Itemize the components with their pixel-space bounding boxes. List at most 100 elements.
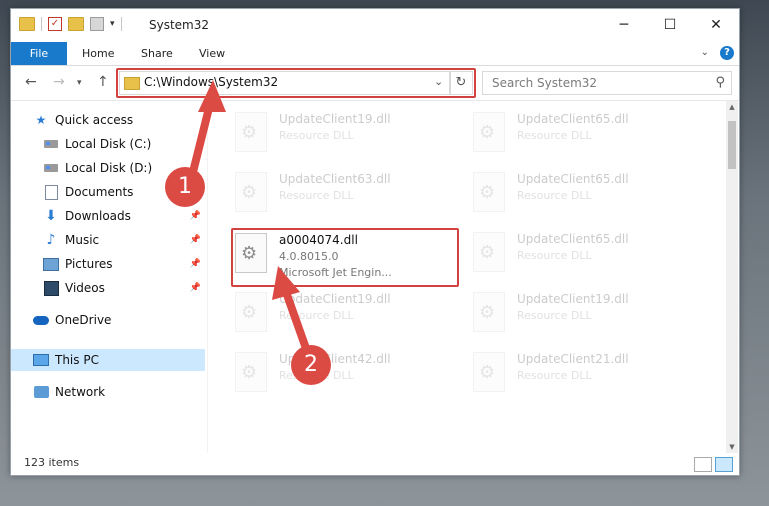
search-box[interactable]: Search System32 ⚲ xyxy=(482,71,732,95)
pictures-icon xyxy=(43,257,59,271)
file-type: Resource DLL xyxy=(517,129,592,142)
tab-home[interactable]: Home xyxy=(82,47,114,60)
sidebar-item-label: Quick access xyxy=(55,113,134,127)
sidebar-item-label: Documents xyxy=(65,185,134,199)
recent-locations-icon[interactable]: ▾ xyxy=(77,78,82,88)
folder-icon[interactable] xyxy=(19,17,35,31)
sidebar-item-local-disk-c[interactable]: Local Disk (C:) xyxy=(43,133,205,155)
drive-icon xyxy=(43,161,59,175)
ribbon-tabs: File Home Share View ⌄ ? xyxy=(11,42,739,66)
file-tile[interactable]: UpdateClient42.dll Resource DLL xyxy=(231,348,461,406)
item-count: 123 items xyxy=(24,456,80,469)
this-pc-icon xyxy=(33,353,49,367)
file-name: UpdateClient65.dll xyxy=(517,112,629,126)
pin-icon[interactable]: 📌 xyxy=(190,259,201,269)
file-tile[interactable]: UpdateClient19.dll Resource DLL xyxy=(231,108,461,166)
search-icon: ⚲ xyxy=(715,75,725,90)
file-name: UpdateClient63.dll xyxy=(279,172,391,186)
file-name: UpdateClient65.dll xyxy=(517,172,629,186)
scrollbar-thumb[interactable] xyxy=(728,121,736,169)
file-type: Resource DLL xyxy=(279,189,354,202)
step-1-callout: 1 xyxy=(165,167,205,207)
large-icons-view-icon[interactable] xyxy=(715,457,733,472)
dll-file-icon xyxy=(473,112,505,152)
tab-view[interactable]: View xyxy=(199,47,225,60)
file-type: Resource DLL xyxy=(517,309,592,322)
vertical-scrollbar[interactable]: ▲ ▼ xyxy=(726,101,738,453)
file-tile[interactable]: UpdateClient65.dll Resource DLL xyxy=(469,108,699,166)
qat-dropdown-icon[interactable]: ▾ xyxy=(110,19,115,29)
title-bar: ✓ ▾ System32 ─ ☐ ✕ xyxy=(11,9,739,41)
file-tile[interactable]: UpdateClient21.dll Resource DLL xyxy=(469,348,699,406)
sidebar-item-downloads[interactable]: ⬇ Downloads 📌 xyxy=(43,205,205,227)
star-icon: ★ xyxy=(35,113,47,127)
sidebar-item-quick-access[interactable]: ★ Quick access xyxy=(33,109,227,131)
onedrive-icon xyxy=(33,313,49,327)
dll-file-icon xyxy=(473,352,505,392)
pin-icon[interactable]: 📌 xyxy=(190,211,201,221)
sidebar-item-pictures[interactable]: Pictures 📌 xyxy=(43,253,205,275)
sidebar-item-label: Music xyxy=(65,233,100,247)
help-icon[interactable]: ? xyxy=(720,46,734,60)
sidebar-item-label: Downloads xyxy=(65,209,131,223)
back-arrow-icon[interactable]: ← xyxy=(25,74,37,90)
customize-icon[interactable] xyxy=(90,17,104,31)
file-explorer-window: ✓ ▾ System32 ─ ☐ ✕ File Home Share View … xyxy=(10,8,740,476)
file-tile[interactable]: UpdateClient65.dll Resource DLL xyxy=(469,228,699,286)
file-name: UpdateClient65.dll xyxy=(517,232,629,246)
navigation-pane: ★ Quick access Local Disk (C:) Local Dis… xyxy=(11,101,207,453)
tab-file[interactable]: File xyxy=(11,42,67,65)
file-tile[interactable]: UpdateClient19.dll Resource DLL xyxy=(231,288,461,346)
network-icon xyxy=(33,385,49,399)
file-name: UpdateClient19.dll xyxy=(517,292,629,306)
details-view-icon[interactable] xyxy=(694,457,712,472)
file-name: UpdateClient19.dll xyxy=(279,112,391,126)
music-icon: ♪ xyxy=(46,232,56,248)
forward-arrow-icon[interactable]: → xyxy=(53,74,65,90)
pane-divider[interactable] xyxy=(207,101,208,453)
documents-icon xyxy=(43,184,59,200)
dll-file-icon xyxy=(235,352,267,392)
sidebar-item-label: Videos xyxy=(65,281,105,295)
sidebar-item-music[interactable]: ♪ Music 📌 xyxy=(43,229,205,251)
file-type: Resource DLL xyxy=(279,309,354,322)
minimize-button[interactable]: ─ xyxy=(601,9,647,41)
file-type: Resource DLL xyxy=(517,189,592,202)
file-type: Resource DLL xyxy=(517,369,592,382)
status-bar: 123 items xyxy=(11,453,739,475)
sidebar-item-label: Network xyxy=(55,385,106,399)
properties-check-icon[interactable]: ✓ xyxy=(48,17,62,31)
drive-icon xyxy=(43,137,59,151)
pin-icon[interactable]: 📌 xyxy=(190,283,201,293)
file-tile[interactable]: UpdateClient65.dll Resource DLL xyxy=(469,168,699,226)
sidebar-item-this-pc[interactable]: This PC xyxy=(11,349,205,371)
tab-share[interactable]: Share xyxy=(141,47,173,60)
scroll-down-icon[interactable]: ▼ xyxy=(726,441,738,453)
file-highlight-box xyxy=(231,228,459,287)
sidebar-item-onedrive[interactable]: OneDrive xyxy=(33,309,205,331)
dll-file-icon xyxy=(473,172,505,212)
sidebar-item-videos[interactable]: Videos 📌 xyxy=(43,277,205,299)
expand-ribbon-icon[interactable]: ⌄ xyxy=(701,47,709,58)
close-button[interactable]: ✕ xyxy=(693,9,739,41)
file-type: Resource DLL xyxy=(279,129,354,142)
sidebar-item-network[interactable]: Network xyxy=(33,381,205,403)
file-tile[interactable]: UpdateClient63.dll Resource DLL xyxy=(231,168,461,226)
window-title: System32 xyxy=(149,18,210,32)
maximize-button[interactable]: ☐ xyxy=(647,9,693,41)
new-folder-icon[interactable] xyxy=(68,17,84,31)
file-name: UpdateClient21.dll xyxy=(517,352,629,366)
search-input[interactable]: Search System32 xyxy=(492,76,597,90)
dll-file-icon xyxy=(473,292,505,332)
pin-icon[interactable]: 📌 xyxy=(190,235,201,245)
up-arrow-icon[interactable]: ↑ xyxy=(97,74,109,90)
scroll-up-icon[interactable]: ▲ xyxy=(726,101,738,113)
dll-file-icon xyxy=(235,292,267,332)
sidebar-item-label: OneDrive xyxy=(55,313,112,327)
videos-icon xyxy=(43,280,59,296)
file-tile[interactable]: UpdateClient19.dll Resource DLL xyxy=(469,288,699,346)
step-2-callout: 2 xyxy=(291,345,331,385)
dll-file-icon xyxy=(235,172,267,212)
sidebar-item-label: Local Disk (D:) xyxy=(65,161,153,175)
navigation-bar: ← → ▾ ↑ C:\Windows\System32 ⌄ ↻ Search S… xyxy=(11,66,739,101)
